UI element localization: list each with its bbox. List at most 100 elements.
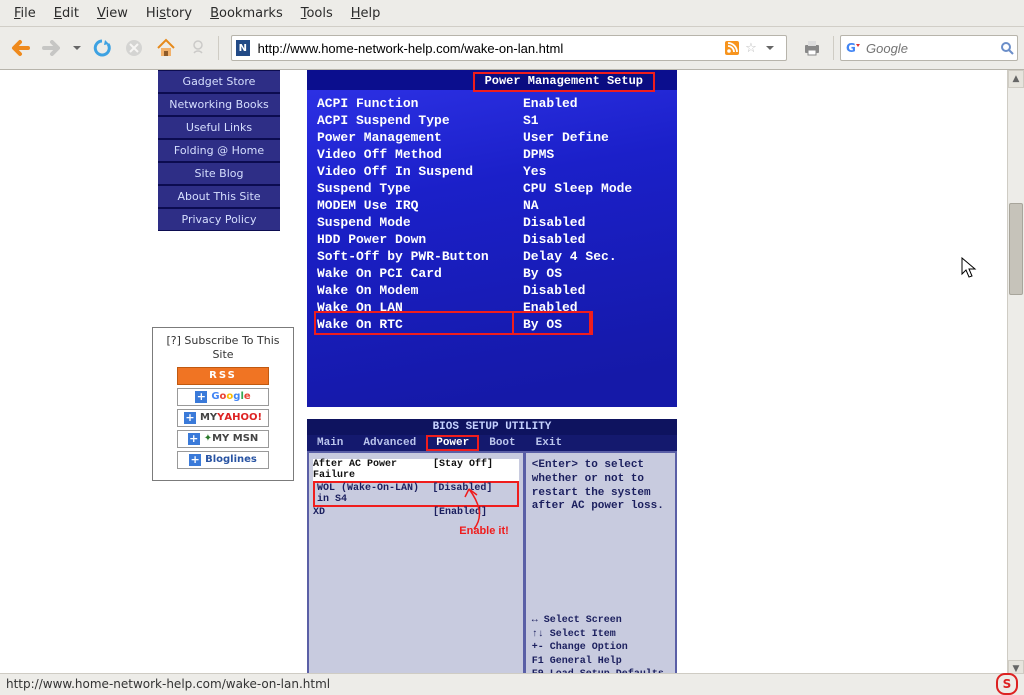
bios2-row-xd: XD [Enabled]: [313, 507, 519, 518]
bios2-key-line: ↔ Select Screen: [532, 614, 669, 628]
bios1-label: Wake On PCI Card: [317, 265, 517, 282]
vertical-scrollbar[interactable]: ▲ ▼: [1007, 70, 1024, 678]
bios2-tabs: Main Advanced Power Boot Exit: [307, 435, 677, 451]
reload-button[interactable]: [88, 34, 116, 62]
menu-file[interactable]: File: [6, 4, 44, 23]
bios2-title: BIOS SETUP UTILITY: [307, 419, 677, 435]
menu-edit[interactable]: Edit: [46, 4, 87, 23]
subscribe-title: [?] Subscribe To This Site: [158, 334, 288, 362]
sidebar-item[interactable]: Useful Links: [158, 116, 280, 139]
feed-badge-google[interactable]: +Google: [177, 388, 269, 406]
bios2-left-pane: After AC Power Failure [Stay Off] WOL (W…: [307, 451, 524, 678]
bios1-label: Video Off Method: [317, 146, 517, 163]
bios2-right-pane: <Enter> to select whether or not to rest…: [524, 451, 677, 678]
bios1-settings-table: ACPI FunctionEnabled ACPI Suspend TypeS1…: [317, 95, 632, 333]
subscribe-box: [?] Subscribe To This Site RSS +Google +…: [152, 327, 294, 481]
feed-badge-msn[interactable]: +✦ MY MSN: [177, 430, 269, 448]
sidebar-item[interactable]: Privacy Policy: [158, 208, 280, 231]
bios2-value: [Enabled]: [433, 507, 519, 518]
browser-viewport: Gadget Store Networking Books Useful Lin…: [0, 70, 1024, 678]
bios2-help-text: <Enter> to select whether or not to rest…: [532, 459, 669, 514]
back-button[interactable]: [6, 34, 34, 62]
page-content[interactable]: Gadget Store Networking Books Useful Lin…: [0, 70, 1007, 678]
bios2-value: [Stay Off]: [433, 459, 519, 481]
bios1-label: MODEM Use IRQ: [317, 197, 517, 214]
bios1-value: Enabled: [517, 95, 632, 112]
url-bar[interactable]: N ☆: [231, 35, 787, 61]
bios2-tab-advanced: Advanced: [353, 435, 426, 451]
url-input[interactable]: [256, 40, 724, 57]
bios1-label: ACPI Suspend Type: [317, 112, 517, 129]
bios1-value: NA: [517, 197, 632, 214]
scroll-thumb[interactable]: [1009, 203, 1023, 295]
plus-icon: +: [195, 391, 207, 403]
addon-button[interactable]: [184, 34, 212, 62]
bios2-tab-boot: Boot: [479, 435, 525, 451]
scroll-track[interactable]: [1008, 88, 1024, 660]
bios-screenshot-2: BIOS SETUP UTILITY Main Advanced Power B…: [307, 419, 677, 678]
bios1-wol-value: Enabled: [517, 299, 632, 316]
feed-badge-bloglines[interactable]: +Bloglines: [177, 451, 269, 469]
bios2-tab-main: Main: [307, 435, 353, 451]
menu-tools[interactable]: Tools: [293, 4, 341, 23]
bios-screenshot-1: Power Management Setup ACPI FunctionEnab…: [307, 70, 677, 407]
menu-bookmarks[interactable]: Bookmarks: [202, 4, 291, 23]
stop-button[interactable]: [120, 34, 148, 62]
feed-icon[interactable]: [724, 40, 740, 56]
bios1-value: Disabled: [517, 282, 632, 299]
menu-history[interactable]: History: [138, 4, 200, 23]
browser-toolbar: N ☆ G: [0, 27, 1024, 70]
bios1-value: Disabled: [517, 214, 632, 231]
search-box[interactable]: G: [840, 35, 1018, 61]
toolbar-separator: [218, 36, 219, 60]
bios1-value: Delay 4 Sec.: [517, 248, 632, 265]
rss-badge[interactable]: RSS: [177, 367, 269, 385]
sidebar-item[interactable]: Networking Books: [158, 93, 280, 116]
search-go-icon[interactable]: [1000, 39, 1014, 57]
print-button[interactable]: [801, 37, 823, 59]
url-dropdown-icon[interactable]: [762, 40, 778, 56]
bios2-key-legend: ↔ Select Screen ↑↓ Select Item +- Change…: [532, 614, 669, 678]
bios2-wol-label: WOL (Wake-On-LAN) in S4: [317, 483, 432, 505]
site-favicon-icon: N: [236, 40, 250, 56]
bios1-label: ACPI Function: [317, 95, 517, 112]
bios2-tab-power: Power: [426, 435, 479, 451]
bios1-value: S1: [517, 112, 632, 129]
bios1-title: Power Management Setup: [473, 72, 655, 92]
sidebar-item[interactable]: Folding @ Home: [158, 139, 280, 162]
plus-icon: +: [189, 454, 201, 466]
bios1-value: CPU Sleep Mode: [517, 180, 632, 197]
bios2-key-line: ↑↓ Select Item: [532, 628, 669, 642]
sidebar-item[interactable]: Site Blog: [158, 162, 280, 185]
bios1-label: Soft-Off by PWR-Button: [317, 248, 517, 265]
scroll-up-button[interactable]: ▲: [1008, 70, 1024, 88]
search-input[interactable]: [864, 40, 1000, 57]
bios1-label: Wake On RTC: [317, 316, 517, 333]
sidebar-item[interactable]: Gadget Store: [158, 70, 280, 93]
bios2-tab-exit: Exit: [526, 435, 572, 451]
bios1-value: Yes: [517, 163, 632, 180]
bios1-label: Suspend Type: [317, 180, 517, 197]
bios2-label: After AC Power Failure: [313, 459, 433, 481]
menu-help[interactable]: Help: [343, 4, 389, 23]
plus-icon: +: [184, 412, 196, 424]
bios2-help-paragraph: <Enter> to select whether or not to rest…: [532, 459, 669, 514]
bios1-label: Wake On Modem: [317, 282, 517, 299]
home-button[interactable]: [152, 34, 180, 62]
history-dropdown-button[interactable]: [70, 34, 84, 62]
bios1-label: Suspend Mode: [317, 214, 517, 231]
bios1-value: By OS: [517, 265, 632, 282]
search-engine-icon[interactable]: G: [844, 39, 862, 57]
feed-badge-yahoo[interactable]: +MY YAHOO!: [177, 409, 269, 427]
bios1-label: Video Off In Suspend: [317, 163, 517, 180]
bios1-value: Disabled: [517, 231, 632, 248]
forward-button[interactable]: [38, 34, 66, 62]
bios2-label: XD: [313, 507, 433, 518]
bios2-key-line: F1 General Help: [532, 655, 669, 669]
noscript-icon[interactable]: S: [996, 673, 1018, 695]
svg-text:G: G: [846, 41, 856, 55]
sidebar-item[interactable]: About This Site: [158, 185, 280, 208]
bios2-row-wol: WOL (Wake-On-LAN) in S4 [Disabled]: [313, 481, 519, 507]
bookmark-star-icon[interactable]: ☆: [743, 40, 759, 56]
menu-view[interactable]: View: [89, 4, 136, 23]
